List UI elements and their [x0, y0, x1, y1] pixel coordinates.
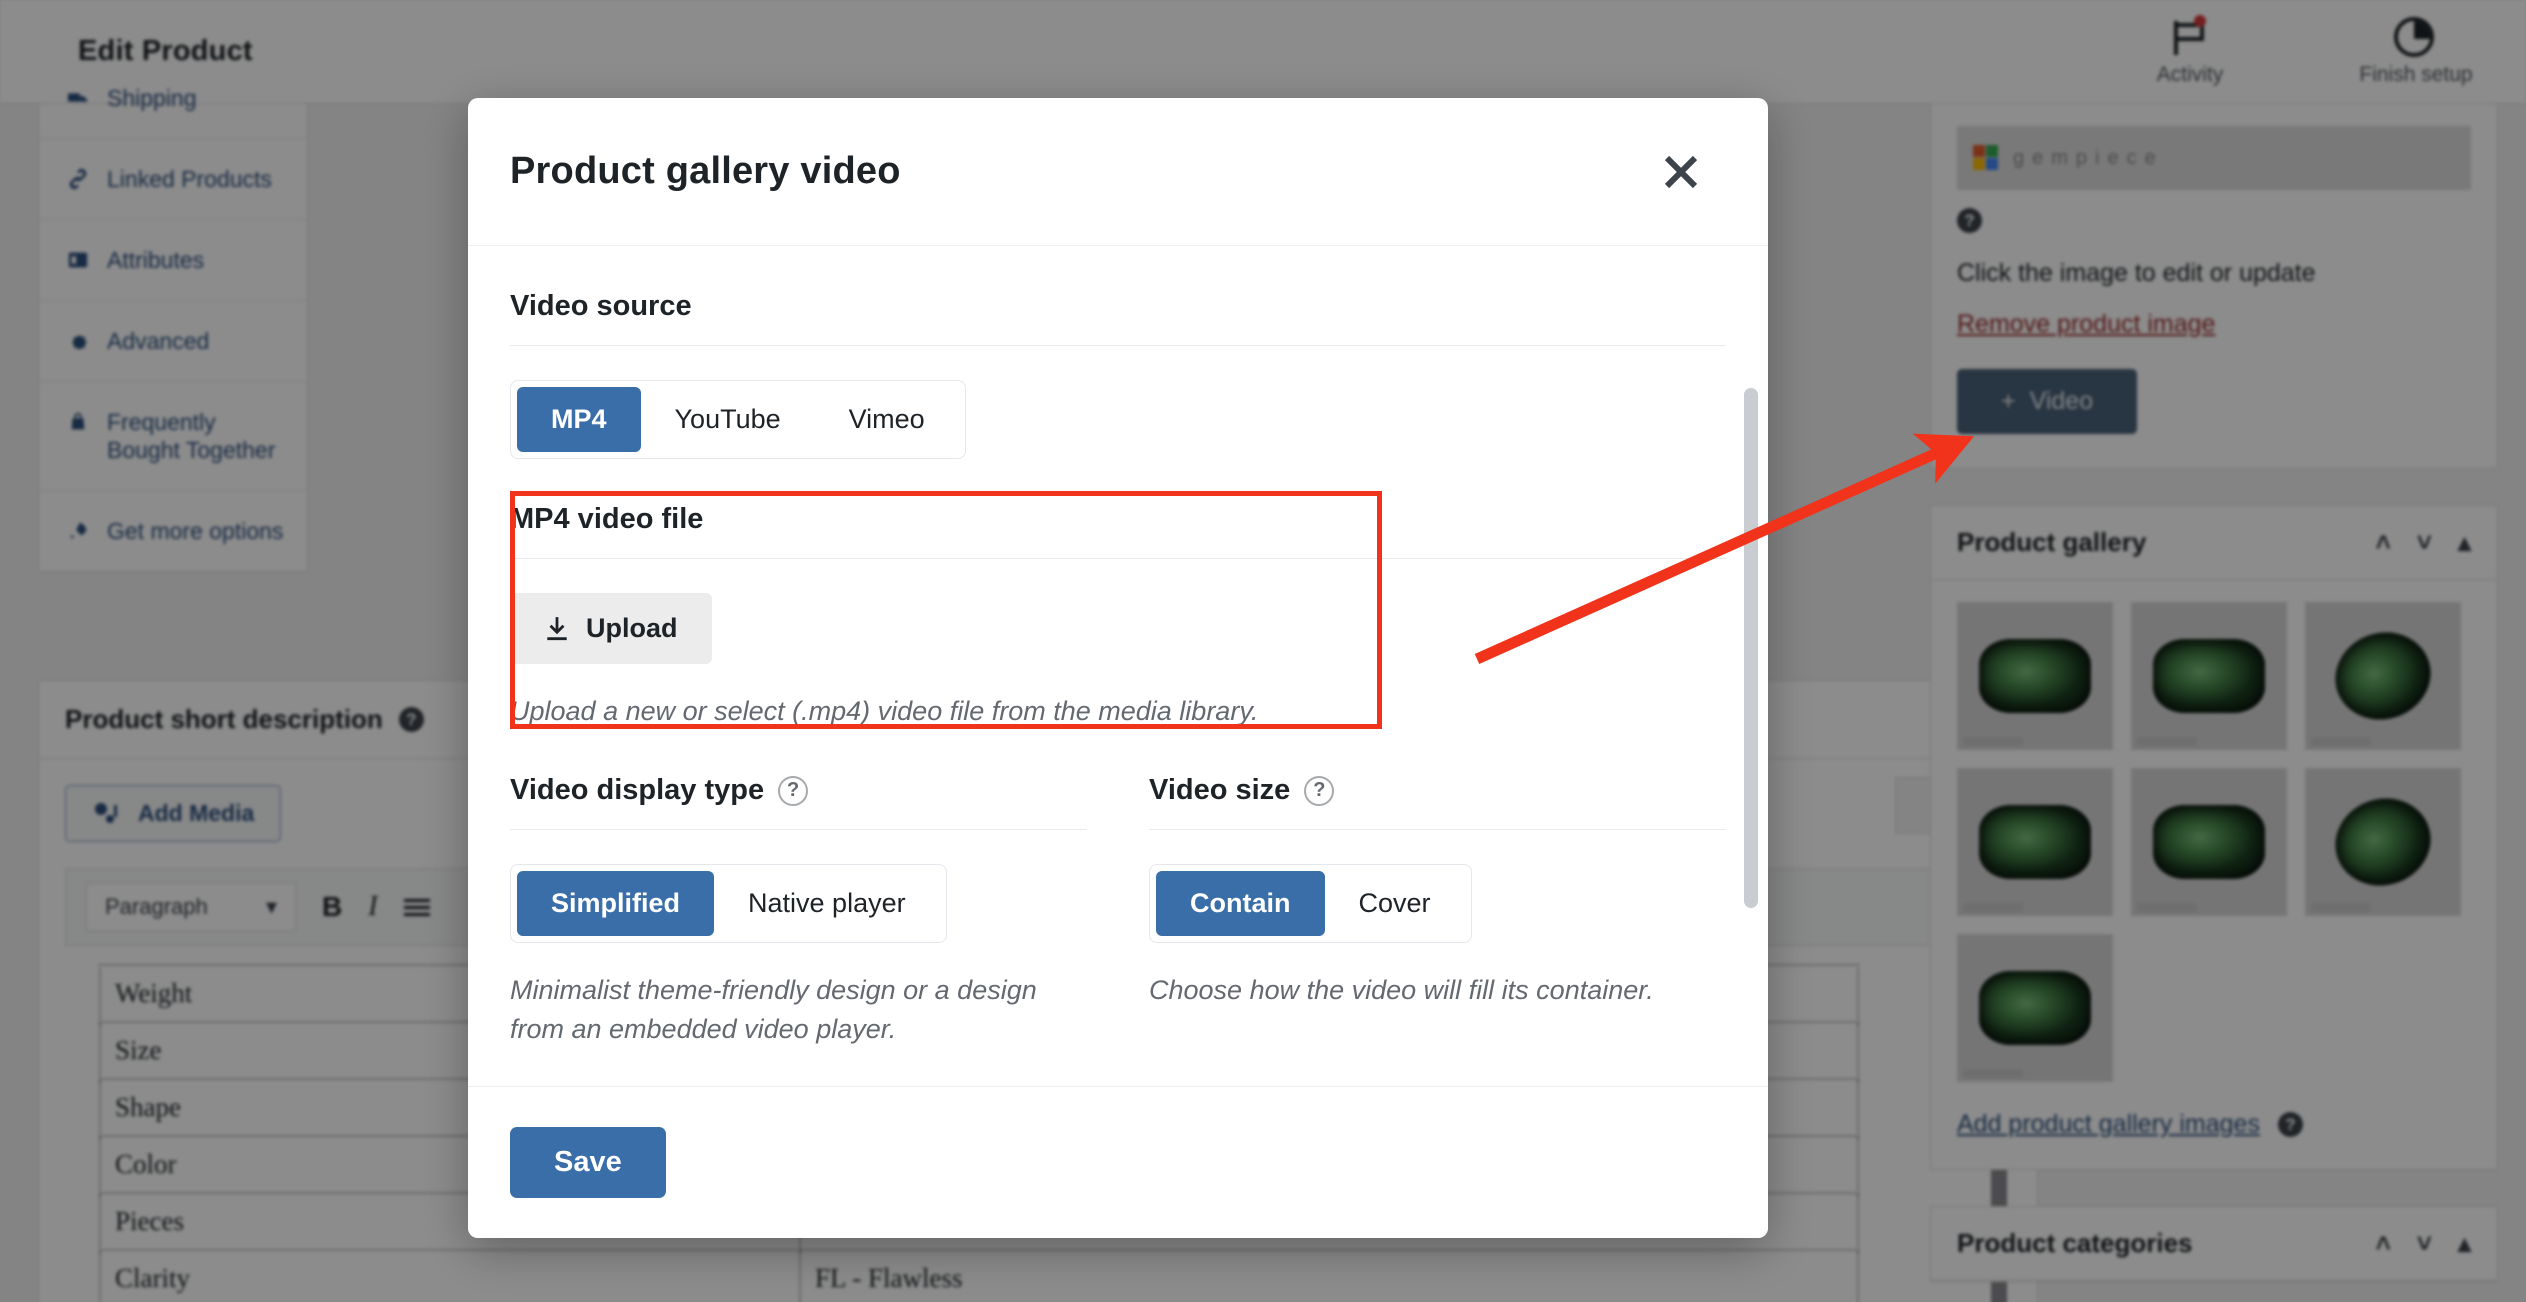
video-size-option-cover[interactable]: Cover — [1325, 871, 1465, 936]
video-source-label-text: Video source — [510, 290, 692, 322]
video-display-type-label-text: Video display type — [510, 774, 765, 807]
video-size-hint: Choose how the video will fill its conta… — [1149, 975, 1654, 1006]
video-source-option-youtube[interactable]: YouTube — [641, 387, 815, 452]
modal-scrollbar[interactable] — [1744, 388, 1758, 908]
product-gallery-video-modal: Product gallery video Video source MP4 Y… — [468, 98, 1768, 1238]
modal-footer: Save — [468, 1086, 1768, 1238]
video-display-type-column: Video display type ? Simplified Native p… — [510, 774, 1087, 1048]
close-icon[interactable] — [1652, 143, 1710, 201]
display-type-option-native-player[interactable]: Native player — [714, 871, 940, 936]
video-source-label: Video source — [510, 290, 1726, 323]
video-size-option-contain[interactable]: Contain — [1156, 871, 1325, 937]
video-source-segmented-control: MP4 YouTube Vimeo — [510, 380, 966, 459]
save-button[interactable]: Save — [510, 1127, 666, 1198]
upload-button[interactable]: Upload — [510, 593, 712, 664]
mp4-file-hint: Upload a new or select (.mp4) video file… — [510, 696, 1259, 726]
upload-label: Upload — [586, 613, 678, 643]
settings-columns: Video display type ? Simplified Native p… — [510, 774, 1726, 1048]
download-icon — [547, 616, 567, 640]
mp4-file-label-text: MP4 video file — [510, 503, 704, 535]
video-size-segmented-control: Contain Cover — [1149, 864, 1472, 944]
video-source-option-vimeo[interactable]: Vimeo — [815, 387, 959, 452]
question-icon[interactable]: ? — [1304, 775, 1335, 806]
modal-header: Product gallery video — [468, 98, 1768, 246]
video-display-type-label: Video display type ? — [510, 774, 1087, 807]
video-size-column: Video size ? Contain Cover Choose how th… — [1149, 774, 1726, 1048]
video-display-type-hint: Minimalist theme-friendly design or a de… — [510, 975, 1037, 1044]
divider — [510, 829, 1087, 831]
modal-body: Video source MP4 YouTube Vimeo MP4 video… — [468, 246, 1768, 1086]
video-source-option-mp4[interactable]: MP4 — [517, 387, 641, 452]
divider — [510, 345, 1726, 346]
modal-title: Product gallery video — [510, 150, 901, 192]
divider — [510, 558, 1726, 559]
mp4-file-label: MP4 video file — [510, 503, 1726, 536]
divider — [1149, 829, 1726, 831]
video-size-label: Video size ? — [1149, 774, 1726, 807]
video-size-label-text: Video size — [1149, 774, 1291, 807]
question-icon[interactable]: ? — [778, 775, 809, 806]
video-display-type-segmented-control: Simplified Native player — [510, 864, 947, 944]
close-glyph — [1664, 155, 1698, 188]
display-type-option-simplified[interactable]: Simplified — [517, 871, 715, 937]
